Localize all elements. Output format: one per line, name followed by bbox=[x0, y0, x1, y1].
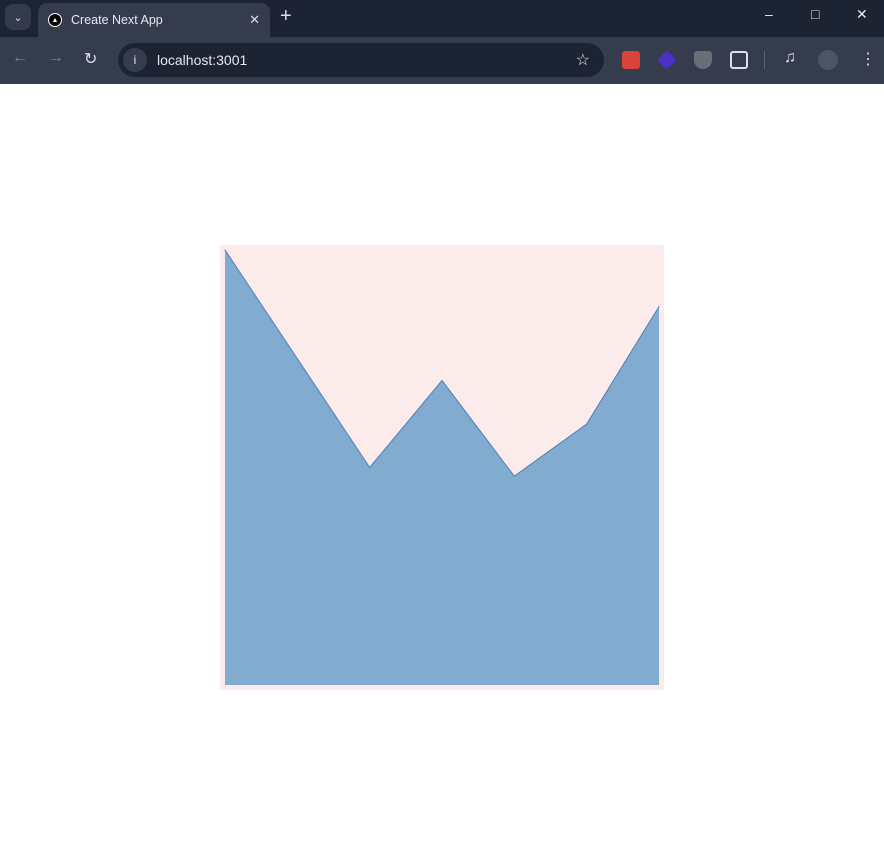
nextjs-favicon-icon: ▲ bbox=[48, 13, 62, 27]
reload-button[interactable]: ↻ bbox=[84, 49, 97, 69]
tab-title: Create Next App bbox=[71, 13, 163, 27]
close-tab-icon[interactable]: ✕ bbox=[249, 12, 260, 28]
address-bar[interactable]: i localhost:3001 ☆ bbox=[118, 43, 604, 77]
extension-icon[interactable] bbox=[657, 50, 677, 70]
data-point bbox=[441, 380, 443, 381]
tab-search-button[interactable]: ⌄ bbox=[5, 4, 31, 30]
maximize-button[interactable]: □ bbox=[811, 6, 819, 22]
data-point bbox=[224, 249, 226, 251]
extensions-puzzle-icon[interactable] bbox=[730, 51, 748, 69]
new-tab-button[interactable]: + bbox=[280, 5, 292, 28]
data-point bbox=[658, 306, 660, 308]
url-text: localhost:3001 bbox=[157, 52, 248, 68]
tab-bar: ⌄ ▲ Create Next App ✕ + – □ ✕ bbox=[0, 0, 884, 37]
menu-kebab-icon[interactable]: ⋮ bbox=[860, 49, 876, 69]
data-point bbox=[586, 423, 588, 425]
extension-icon[interactable] bbox=[622, 51, 640, 69]
data-point bbox=[369, 467, 371, 468]
media-control-icon[interactable]: ♫ bbox=[784, 49, 796, 67]
toolbar: ← → ↻ i localhost:3001 ☆ ♫ ⋮ bbox=[0, 37, 884, 84]
toolbar-divider bbox=[764, 51, 765, 69]
close-window-button[interactable]: ✕ bbox=[856, 6, 868, 23]
chevron-down-icon: ⌄ bbox=[13, 11, 23, 24]
data-point bbox=[513, 475, 515, 477]
ublock-icon[interactable] bbox=[694, 51, 712, 69]
bookmark-star-icon[interactable]: ☆ bbox=[576, 50, 590, 70]
area-chart bbox=[220, 245, 664, 690]
tab-active[interactable]: ▲ Create Next App ✕ bbox=[38, 3, 270, 37]
minimize-button[interactable]: – bbox=[765, 6, 773, 22]
site-info-icon[interactable]: i bbox=[123, 48, 147, 72]
forward-button[interactable]: → bbox=[48, 49, 64, 67]
profile-avatar[interactable] bbox=[818, 50, 838, 70]
back-button[interactable]: ← bbox=[12, 49, 28, 67]
